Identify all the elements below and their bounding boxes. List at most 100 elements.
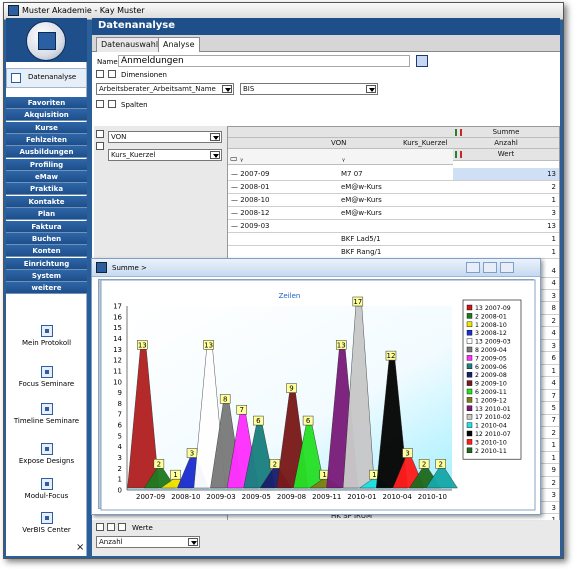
legend-swatch [466, 338, 473, 344]
nav-section-item[interactable]: Focus Seminare [6, 366, 87, 388]
row-dimension-kurs[interactable]: Kurs_Kuerzel [108, 149, 222, 161]
cell-value: 3 [551, 341, 556, 350]
close-window-icon[interactable] [500, 262, 514, 273]
legend-swatch [466, 405, 473, 412]
table-row[interactable]: — 2008-01 eM@w-Kurs 2 [228, 181, 559, 194]
nav-button-konten[interactable]: Konten [6, 245, 87, 258]
nav-section-item[interactable]: Mein Protokoll [6, 325, 87, 347]
x-tick-label: 2007-09 [136, 493, 165, 501]
table-row[interactable]: BKF Lad5/1 1 [228, 233, 559, 246]
nav-button-weitere[interactable]: weitere [6, 282, 87, 295]
row-kurs: BKF Rang/1 [341, 248, 382, 256]
werte-delete-icon[interactable] [118, 523, 126, 531]
dimensionen-toggle-icon[interactable] [96, 70, 104, 78]
nav-button-kurse[interactable]: Kurse [6, 121, 87, 134]
chart-window-titlebar: Summe > [92, 259, 540, 277]
row-value: 1 [551, 196, 556, 204]
nav-button-kontakte[interactable]: Kontakte [6, 195, 87, 208]
maximize-icon[interactable] [483, 262, 497, 273]
filter-icon[interactable]: ᵧ [342, 153, 345, 164]
row-kurs: eM@w-Kurs [341, 196, 382, 204]
section-icon [40, 403, 53, 415]
legend-label: 2 2008-01 [475, 313, 507, 320]
window-title: Muster Akademie - Kay Muster [22, 6, 145, 15]
row-value: 2 [551, 183, 556, 191]
chevron-down-icon[interactable] [210, 151, 220, 159]
dimensionen-label: Dimensionen [121, 71, 167, 79]
legend-label: 1 2010-04 [475, 423, 507, 430]
app-logo [6, 18, 87, 62]
cell-value: 4 [551, 329, 556, 338]
nav-button-akquisition[interactable]: Akquisition [6, 109, 87, 122]
filter-icon[interactable]: ▭ ᵧ [230, 153, 243, 164]
nav-section-item[interactable]: Expose Designs [6, 443, 87, 465]
nav-button-emaw[interactable]: eMaw [6, 171, 87, 184]
legend-label: 7 2009-05 [475, 355, 507, 362]
nav-button-praktika[interactable]: Praktika [6, 183, 87, 196]
nav-button-ausbildungen[interactable]: Ausbildungen [6, 146, 87, 159]
legend-swatch [466, 313, 473, 319]
nav-button-fehlzeiten[interactable]: Fehlzeiten [6, 134, 87, 147]
y-tick-label: 0 [118, 487, 122, 495]
table-row[interactable]: BKF Rang/1 1 [228, 246, 559, 259]
table-row[interactable]: — 2008-12 eM@w-Kurs 3 [228, 207, 559, 220]
tab-datenauswahl[interactable]: Datenauswahl [96, 37, 164, 52]
close-icon[interactable]: × [76, 542, 84, 553]
nav-button-einrichtung[interactable]: Einrichtung [6, 257, 87, 270]
data-label: 6 [256, 417, 261, 425]
row-dimension-von[interactable]: VON [108, 131, 222, 143]
werte-sort-icon[interactable] [107, 523, 115, 531]
print-icon[interactable] [416, 55, 428, 67]
dimension-select-2[interactable]: BIS [240, 83, 378, 95]
nav-button-buchen[interactable]: Buchen [6, 232, 87, 245]
nav-button-profiling[interactable]: Profiling [6, 158, 87, 171]
nav-button-favoriten[interactable]: Favoriten [6, 97, 87, 109]
dimension-select-1[interactable]: Arbeitsberater_Arbeitsamt_Name [96, 83, 234, 95]
chevron-down-icon[interactable] [210, 133, 220, 141]
name-input[interactable] [118, 55, 410, 67]
dimensionen-sort-icon[interactable] [108, 70, 116, 78]
nav-section-item[interactable]: VerBIS Center [6, 512, 87, 534]
minimize-icon[interactable] [466, 262, 480, 273]
row-dim-toggle-icon[interactable] [96, 130, 104, 138]
chevron-down-icon[interactable] [222, 85, 232, 93]
cell-value: 3 [551, 491, 556, 500]
nav-section-item[interactable]: Timeline Seminare [6, 403, 87, 425]
x-tick-label: 2009-05 [242, 493, 271, 501]
nav-button-system[interactable]: System [6, 269, 87, 282]
x-tick-label: 2009-08 [277, 493, 306, 501]
data-label: 13 [337, 341, 346, 349]
col-kurs-label: Kurs_Kuerzel [403, 139, 448, 147]
werte-toggle-icon[interactable] [96, 523, 104, 531]
y-tick-label: 12 [113, 357, 122, 365]
chevron-down-icon[interactable] [366, 85, 376, 93]
page-title: Datenanalyse [92, 18, 560, 35]
data-label: 12 [387, 352, 396, 360]
werte-select[interactable]: Anzahl [96, 536, 200, 548]
y-tick-label: 11 [113, 367, 122, 375]
legend-swatch [466, 371, 473, 378]
chevron-down-icon[interactable] [188, 538, 198, 546]
legend-label: 2 2010-11 [475, 448, 507, 455]
nav-button-faktura[interactable]: Faktura [6, 220, 87, 233]
nav-button-plan[interactable]: Plan [6, 208, 87, 221]
x-tick-label: 2010-04 [383, 493, 413, 501]
table-row[interactable]: — 2007-09 M7 07 13 [228, 168, 559, 181]
y-tick-label: 14 [113, 335, 122, 343]
legend-label: 2 2009-08 [475, 372, 507, 379]
nav-section-label: Expose Designs [18, 457, 75, 465]
nav-datenanalyse[interactable]: Datenanalyse [6, 68, 87, 88]
spalten-sort-icon[interactable] [108, 100, 116, 108]
spalten-toggle-icon[interactable] [96, 100, 104, 108]
table-row[interactable]: — 2008-10 eM@w-Kurs 1 [228, 194, 559, 207]
table-row[interactable]: — 2009-03 13 [228, 220, 559, 233]
row-von: — 2008-01 [231, 183, 270, 191]
nav-section-item[interactable]: Modul-Focus [6, 478, 87, 500]
legend-swatch [466, 388, 473, 395]
row-dim-sort-icon[interactable] [96, 142, 104, 150]
app-icon [8, 5, 19, 16]
spalten-label: Spalten [121, 101, 148, 109]
section-icon [40, 512, 53, 524]
tab-analyse[interactable]: Analyse [158, 37, 200, 52]
x-tick-label: 2009-11 [312, 493, 341, 501]
